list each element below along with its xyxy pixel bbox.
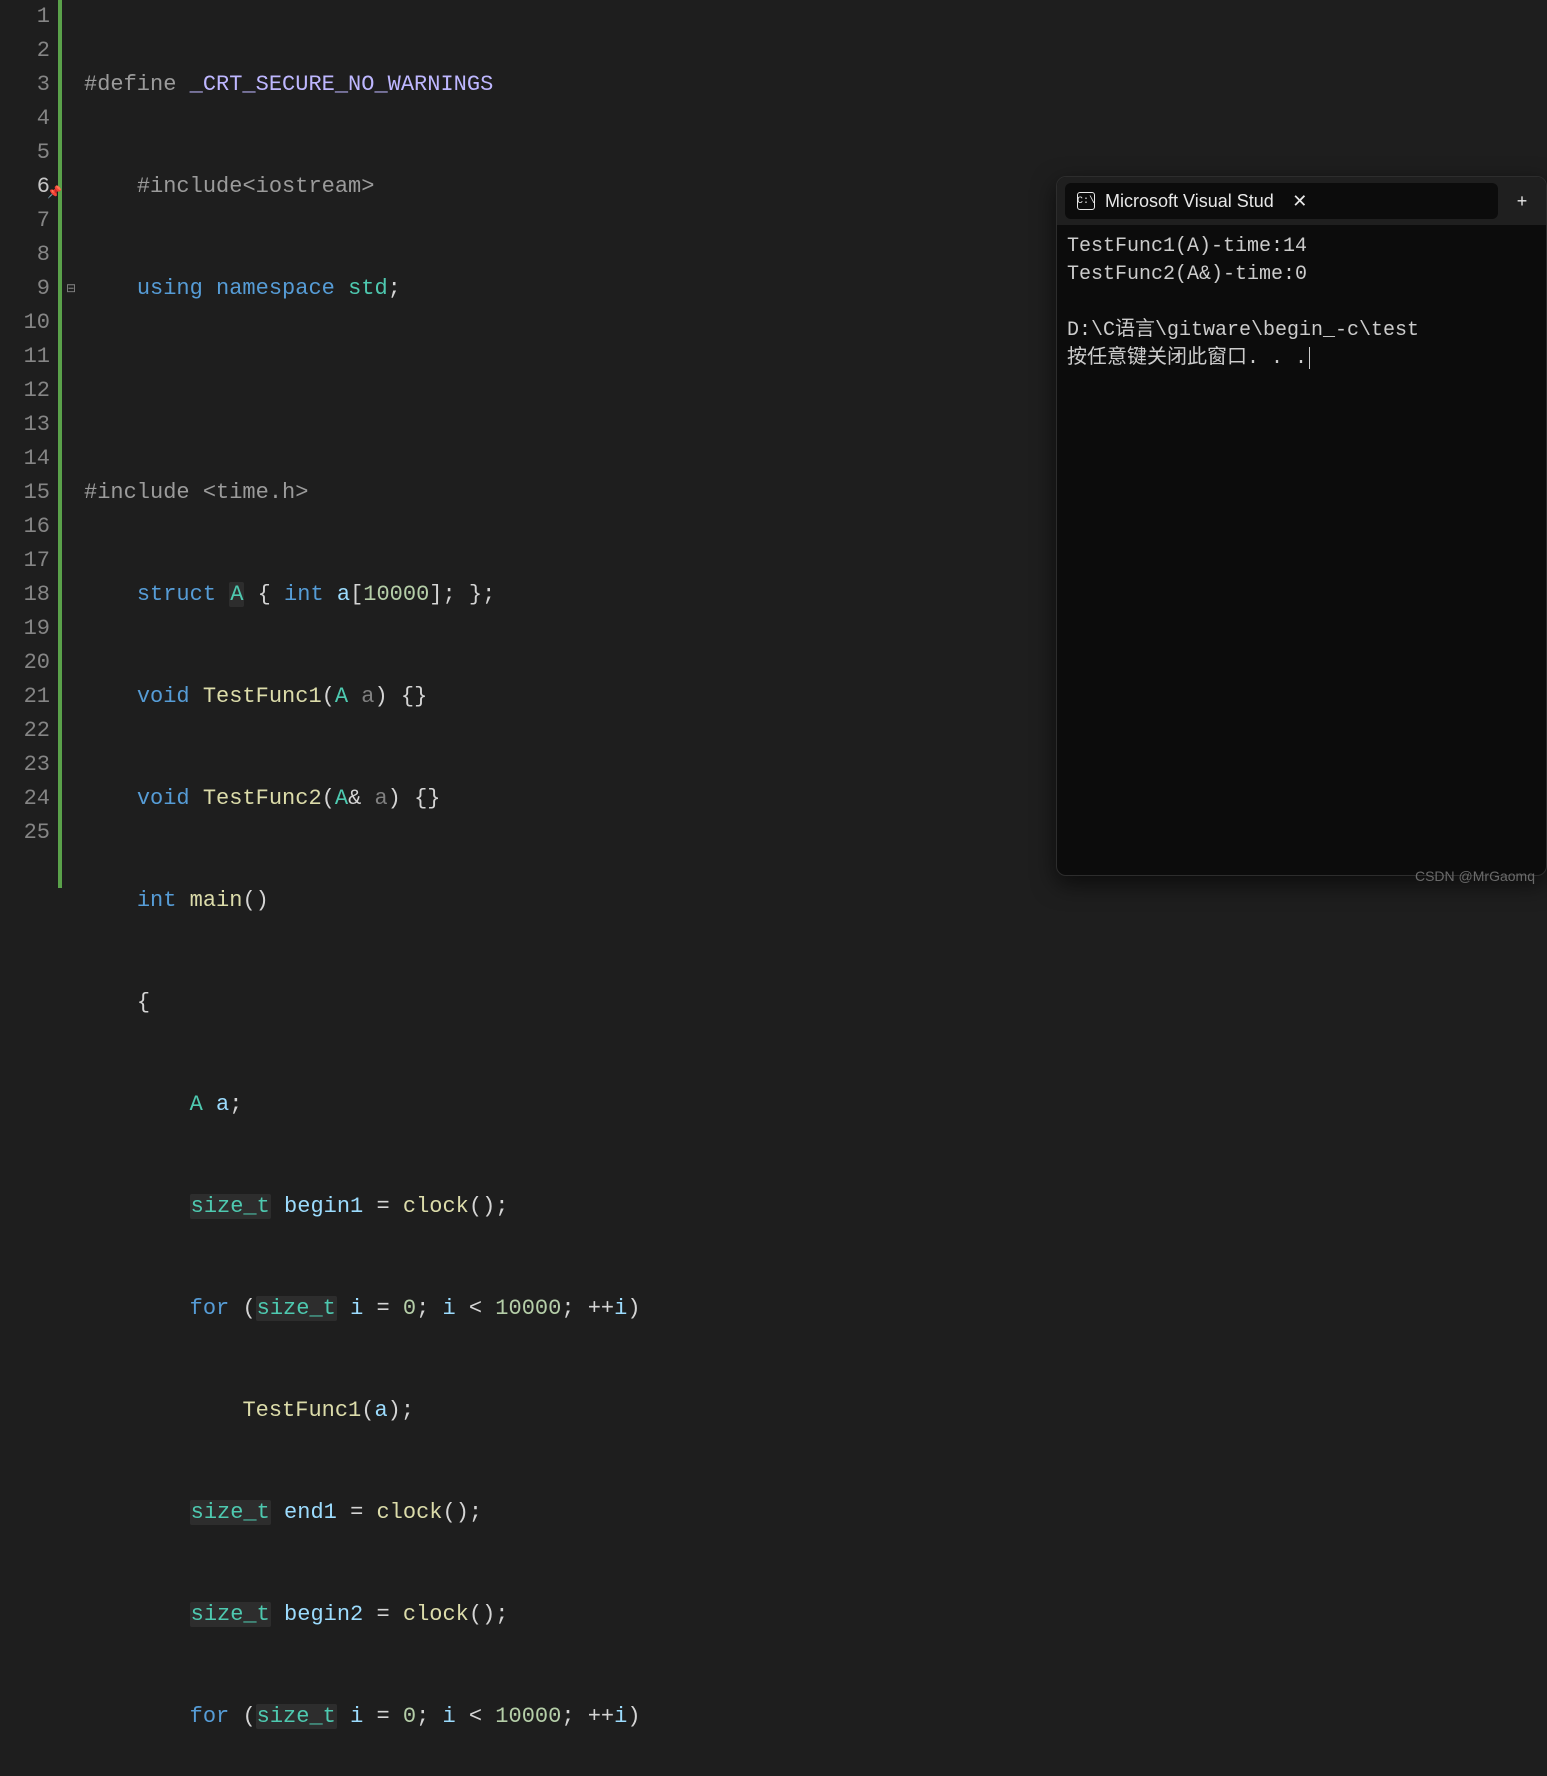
code-line: TestFunc1(a); [84,1394,1547,1428]
code-line: int main() [84,884,1547,918]
code-line: { [84,986,1547,1020]
fold-cell [62,680,80,714]
line-number: 15 [0,476,50,510]
line-number: 17 [0,544,50,578]
line-number-gutter: 123456📌789101112131415161718192021222324… [0,0,58,888]
line-number: 6📌 [0,170,50,204]
code-line: size_t begin1 = clock(); [84,1190,1547,1224]
code-line: A a; [84,1088,1547,1122]
fold-cell [62,544,80,578]
line-number: 19 [0,612,50,646]
line-number: 20 [0,646,50,680]
fold-cell[interactable]: ⊟ [62,272,80,306]
line-number: 21 [0,680,50,714]
fold-cell [62,170,80,204]
fold-cell [62,374,80,408]
line-number: 3 [0,68,50,102]
fold-cell [62,714,80,748]
fold-cell [62,782,80,816]
fold-cell [62,476,80,510]
line-number: 7 [0,204,50,238]
terminal-window[interactable]: C:\ Microsoft Visual Stud ✕ + TestFunc1(… [1056,176,1547,876]
terminal-cursor [1309,347,1310,369]
line-number: 5 [0,136,50,170]
fold-cell [62,34,80,68]
close-tab-button[interactable]: ✕ [1284,185,1316,217]
fold-cell [62,816,80,850]
terminal-tab-title: Microsoft Visual Stud [1105,191,1274,212]
line-number: 4 [0,102,50,136]
terminal-line: TestFunc2(A&)-time:0 [1067,263,1307,286]
terminal-line: D:\C语言\gitware\begin_-c\test [1067,319,1419,342]
fold-cell [62,510,80,544]
fold-cell [62,612,80,646]
line-number: 12 [0,374,50,408]
line-number: 8 [0,238,50,272]
fold-cell [62,68,80,102]
line-number: 1 [0,0,50,34]
fold-cell [62,204,80,238]
line-number: 24 [0,782,50,816]
fold-cell [62,306,80,340]
code-line: size_t end1 = clock(); [84,1496,1547,1530]
fold-column: ⊟ [62,0,80,888]
line-number: 11 [0,340,50,374]
terminal-titlebar[interactable]: C:\ Microsoft Visual Stud ✕ + [1057,177,1546,225]
terminal-icon: C:\ [1077,192,1095,210]
terminal-line: TestFunc1(A)-time:14 [1067,235,1307,258]
line-number: 25 [0,816,50,850]
fold-cell [62,238,80,272]
code-line: #define _CRT_SECURE_NO_WARNINGS [84,68,1547,102]
fold-cell [62,136,80,170]
fold-cell [62,0,80,34]
terminal-line: 按任意键关闭此窗口. . . [1067,347,1307,370]
terminal-tab[interactable]: C:\ Microsoft Visual Stud ✕ [1065,183,1498,219]
fold-cell [62,748,80,782]
fold-cell [62,442,80,476]
code-line: for (size_t i = 0; i < 10000; ++i) [84,1700,1547,1734]
line-number: 14 [0,442,50,476]
fold-cell [62,340,80,374]
code-line: for (size_t i = 0; i < 10000; ++i) [84,1292,1547,1326]
watermark: CSDN @MrGaomq [1415,868,1535,884]
line-number: 18 [0,578,50,612]
fold-cell [62,646,80,680]
line-number: 16 [0,510,50,544]
line-number: 23 [0,748,50,782]
new-tab-button[interactable]: + [1506,185,1538,217]
fold-cell [62,102,80,136]
fold-cell [62,578,80,612]
line-number: 9 [0,272,50,306]
code-line: size_t begin2 = clock(); [84,1598,1547,1632]
line-number: 10 [0,306,50,340]
line-number: 13 [0,408,50,442]
line-number: 22 [0,714,50,748]
terminal-output[interactable]: TestFunc1(A)-time:14 TestFunc2(A&)-time:… [1057,225,1546,875]
line-number: 2 [0,34,50,68]
fold-cell [62,408,80,442]
